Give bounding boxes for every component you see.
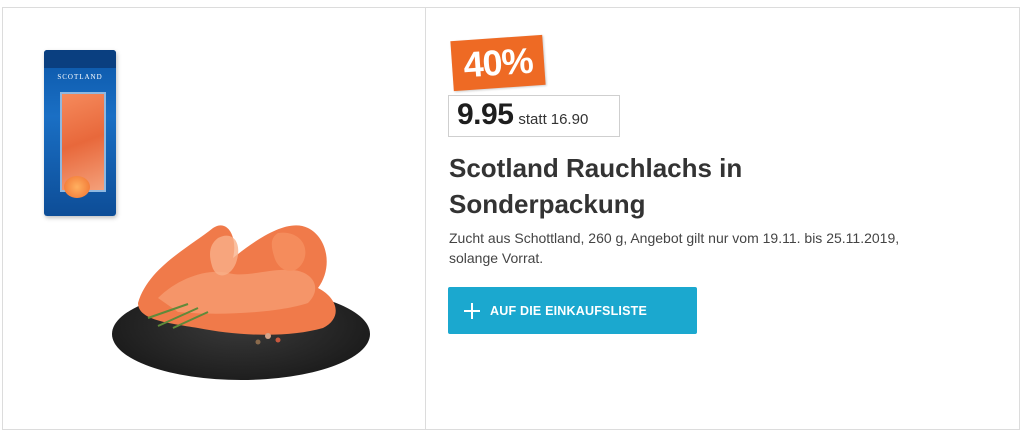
package-badge [64, 176, 90, 198]
card-divider [425, 7, 426, 430]
product-description: Zucht aus Schottland, 260 g, Angebot gil… [449, 228, 1009, 268]
old-price: 16.90 [550, 111, 589, 128]
product-description-line1: Zucht aus Schottland, 260 g, Angebot gil… [449, 230, 900, 246]
product-title-line1: Scotland Rauchlachs in [449, 153, 743, 183]
discount-badge: 40% [450, 34, 546, 92]
package-brand-label: SCOTLAND [57, 73, 103, 81]
plus-icon [464, 302, 480, 319]
price-box: 9.95 statt 16.90 [448, 95, 620, 137]
add-to-shopping-list-label: AUF DIE EINKAUFSLISTE [490, 303, 647, 318]
smoked-salmon-image [138, 225, 336, 345]
add-to-shopping-list-button[interactable]: AUF DIE EINKAUFSLISTE [448, 287, 697, 334]
product-description-line2: solange Vorrat. [449, 250, 544, 266]
product-package-image: SCOTLAND [44, 50, 116, 216]
price-prefix: statt [518, 111, 547, 128]
product-title: Scotland Rauchlachs in Sonderpackung [449, 150, 969, 222]
product-title-line2: Sonderpackung [449, 189, 646, 219]
current-price: 9.95 [457, 98, 514, 131]
package-top [44, 50, 116, 68]
